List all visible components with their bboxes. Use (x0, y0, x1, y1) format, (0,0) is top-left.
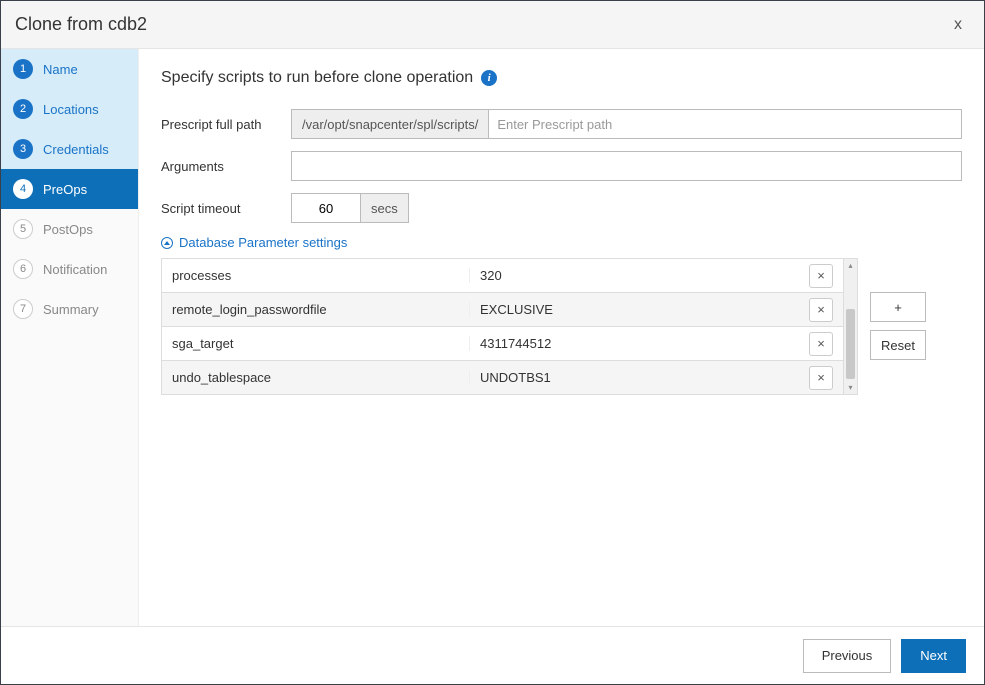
wizard-step-postops[interactable]: 5 PostOps (1, 209, 138, 249)
scroll-down-icon: ▾ (844, 383, 857, 392)
delete-row-button[interactable]: × (809, 298, 833, 322)
param-action-cell: × (799, 264, 843, 288)
step-number: 3 (13, 139, 33, 159)
param-action-cell: × (799, 366, 843, 390)
step-label: Locations (43, 102, 99, 117)
scroll-up-icon: ▴ (844, 261, 857, 270)
wizard-step-notification[interactable]: 6 Notification (1, 249, 138, 289)
reset-params-button[interactable]: Reset (870, 330, 926, 360)
step-number: 5 (13, 219, 33, 239)
scroll-thumb[interactable] (846, 309, 855, 379)
dialog-footer: Previous Next (1, 626, 984, 684)
param-value-cell[interactable]: UNDOTBS1 (470, 370, 799, 385)
db-param-table: processes 320 × remote_login_passwordfil… (161, 258, 858, 395)
step-label: Notification (43, 262, 107, 277)
caret-up-icon (161, 237, 173, 249)
arguments-row: Arguments (161, 151, 962, 181)
param-value-cell[interactable]: EXCLUSIVE (470, 302, 799, 317)
wizard-step-name[interactable]: 1 Name (1, 49, 138, 89)
wizard-step-preops[interactable]: 4 PreOps (1, 169, 138, 209)
wizard-step-summary[interactable]: 7 Summary (1, 289, 138, 329)
param-side-buttons: + Reset (870, 292, 926, 360)
delete-row-button[interactable]: × (809, 264, 833, 288)
delete-row-button[interactable]: × (809, 332, 833, 356)
step-number: 4 (13, 179, 33, 199)
step-number: 1 (13, 59, 33, 79)
next-button[interactable]: Next (901, 639, 966, 673)
step-number: 7 (13, 299, 33, 319)
table-scrollbar[interactable]: ▴ ▾ (843, 258, 857, 394)
step-label: Name (43, 62, 78, 77)
table-row: undo_tablespace UNDOTBS1 × (162, 360, 843, 394)
param-name-cell[interactable]: sga_target (162, 336, 470, 351)
prescript-path-field: /var/opt/snapcenter/spl/scripts/ (291, 109, 962, 139)
dialog-title: Clone from cdb2 (15, 14, 147, 35)
prescript-prefix: /var/opt/snapcenter/spl/scripts/ (292, 110, 489, 138)
timeout-field: secs (291, 193, 409, 223)
wizard-sidebar: 1 Name 2 Locations 3 Credentials 4 PreOp… (1, 49, 139, 626)
prescript-label: Prescript full path (161, 117, 291, 132)
param-name-cell[interactable]: processes (162, 268, 470, 283)
step-label: PreOps (43, 182, 87, 197)
step-label: PostOps (43, 222, 93, 237)
clone-dialog: Clone from cdb2 x 1 Name 2 Locations 3 C… (0, 0, 985, 685)
db-param-toggle-label: Database Parameter settings (179, 235, 347, 250)
dialog-body: 1 Name 2 Locations 3 Credentials 4 PreOp… (1, 49, 984, 626)
add-param-button[interactable]: + (870, 292, 926, 322)
delete-row-button[interactable]: × (809, 366, 833, 390)
arguments-input[interactable] (291, 151, 962, 181)
close-icon[interactable]: x (946, 12, 970, 38)
timeout-unit: secs (361, 193, 409, 223)
db-param-area: processes 320 × remote_login_passwordfil… (161, 258, 962, 395)
step-label: Summary (43, 302, 99, 317)
wizard-step-credentials[interactable]: 3 Credentials (1, 129, 138, 169)
table-row: sga_target 4311744512 × (162, 326, 843, 360)
previous-button[interactable]: Previous (803, 639, 892, 673)
step-number: 6 (13, 259, 33, 279)
main-panel: Specify scripts to run before clone oper… (139, 49, 984, 626)
wizard-step-locations[interactable]: 2 Locations (1, 89, 138, 129)
section-heading: Specify scripts to run before clone oper… (161, 69, 473, 87)
step-label: Credentials (43, 142, 109, 157)
prescript-input[interactable] (489, 110, 961, 138)
step-number: 2 (13, 99, 33, 119)
timeout-label: Script timeout (161, 201, 291, 216)
db-param-rows: processes 320 × remote_login_passwordfil… (162, 258, 843, 394)
prescript-row: Prescript full path /var/opt/snapcenter/… (161, 109, 962, 139)
param-name-cell[interactable]: remote_login_passwordfile (162, 302, 470, 317)
db-param-toggle[interactable]: Database Parameter settings (161, 235, 962, 250)
section-heading-row: Specify scripts to run before clone oper… (161, 69, 962, 87)
param-action-cell: × (799, 298, 843, 322)
timeout-input[interactable] (291, 193, 361, 223)
param-value-cell[interactable]: 320 (470, 268, 799, 283)
param-name-cell[interactable]: undo_tablespace (162, 370, 470, 385)
info-icon[interactable]: i (481, 70, 497, 86)
table-row: processes 320 × (162, 258, 843, 292)
param-value-cell[interactable]: 4311744512 (470, 336, 799, 351)
dialog-titlebar: Clone from cdb2 x (1, 1, 984, 49)
timeout-row: Script timeout secs (161, 193, 962, 223)
param-action-cell: × (799, 332, 843, 356)
table-row: remote_login_passwordfile EXCLUSIVE × (162, 292, 843, 326)
arguments-label: Arguments (161, 159, 291, 174)
